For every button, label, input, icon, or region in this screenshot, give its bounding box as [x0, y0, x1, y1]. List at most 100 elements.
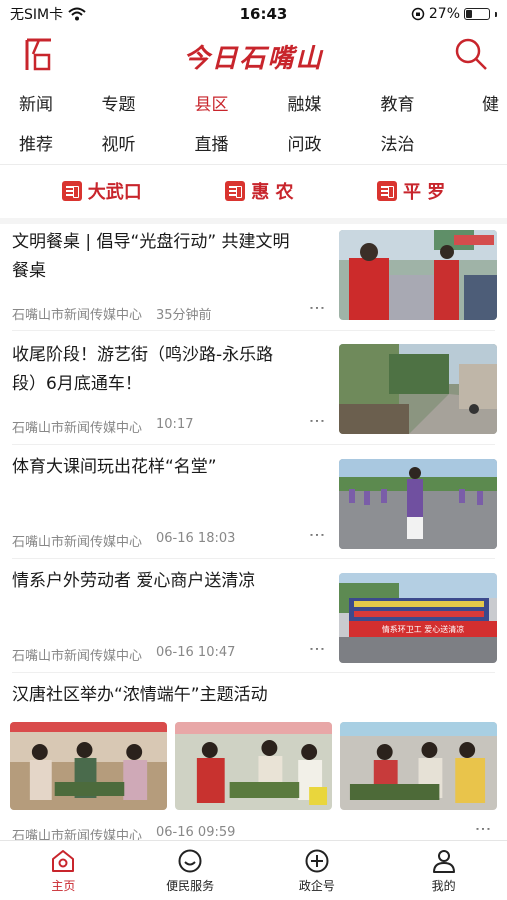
status-right: 27% [357, 6, 497, 22]
more-options-icon[interactable]: ⋮ [308, 527, 327, 541]
news-source: 石嘴山市新闻传媒中心 [12, 535, 143, 550]
status-left: 无SIM卡 [10, 4, 190, 24]
home-icon [52, 850, 75, 872]
news-thumbnail [339, 459, 497, 549]
channel-tab[interactable]: 法治 [351, 130, 444, 155]
orientation-lock-icon [411, 7, 425, 21]
news-time: 10:17 [156, 417, 194, 432]
tab-gov-enterprise[interactable]: 政企号 [254, 841, 381, 900]
news-meta: 石嘴山市新闻传媒中心 06-16 18:03 [12, 531, 235, 550]
news-title: 文明餐桌 | 倡导“光盘行动” 共建文明 餐桌 [12, 228, 327, 286]
tab-label: 我的 [431, 879, 456, 893]
news-time: 06-16 18:03 [156, 531, 236, 546]
battery-tip [495, 11, 497, 17]
app-header: 今日石嘴山 [0, 28, 507, 80]
news-time: 35分钟前 [156, 308, 212, 323]
news-meta: 石嘴山市新闻传媒中心 06-16 09:59 [12, 825, 235, 840]
news-title-line: 汉唐社区举办“浓情端午”主题活动 [12, 685, 268, 705]
news-thumbnail [175, 722, 332, 810]
tab-services[interactable]: 便民服务 [127, 841, 254, 900]
carrier-label: 无SIM卡 [10, 7, 64, 23]
channel-row-1: 新闻 专题 县区 融媒 教育 健 [0, 82, 507, 122]
banner-text: 情系环卫工 爱心送清凉 [382, 624, 465, 634]
news-thumbnail [10, 722, 167, 810]
news-title-line: 段）6月底通车！ [12, 374, 142, 394]
app-title: 今日石嘴山 [183, 44, 324, 74]
news-source: 石嘴山市新闻传媒中心 [12, 308, 143, 323]
status-time: 16:43 [239, 5, 288, 23]
district-label: 大武口 [87, 182, 142, 203]
channel-tab[interactable]: 健 [444, 90, 507, 115]
news-source: 石嘴山市新闻传媒中心 [12, 649, 143, 664]
tab-label: 主页 [51, 879, 76, 893]
news-item[interactable]: 收尾阶段！游艺街（鸣沙路-永乐路 段）6月底通车！ 石嘴山市新闻传媒中心 10:… [0, 333, 507, 446]
status-bar: 无SIM卡 16:43 27% [0, 0, 507, 28]
news-time: 06-16 10:47 [156, 645, 236, 660]
tab-home[interactable]: 主页 [0, 841, 127, 900]
news-item[interactable]: 汉唐社区举办“浓情端午”主题活动 石嘴山市新闻传媒中心 06-16 09:59 … [0, 675, 507, 840]
channel-tab[interactable]: 融媒 [258, 90, 351, 115]
news-item[interactable]: 情系户外劳动者 爱心商户送清凉 石嘴山市新闻传媒中心 06-16 10:47 ⋮… [0, 561, 507, 674]
service-icon [178, 849, 202, 873]
more-options-icon[interactable]: ⋮ [308, 300, 327, 314]
news-title-line: 体育大课间玩出花样“名堂” [12, 457, 217, 477]
news-meta: 石嘴山市新闻传媒中心 35分钟前 [12, 304, 212, 323]
tab-mine[interactable]: 我的 [380, 841, 507, 900]
channel-tab[interactable]: 教育 [351, 90, 444, 115]
news-item[interactable]: 文明餐桌 | 倡导“光盘行动” 共建文明 餐桌 石嘴山市新闻传媒中心 35分钟前… [0, 220, 507, 332]
news-title-line: 收尾阶段！游艺街（鸣沙路-永乐路 [12, 345, 274, 365]
news-thumbnail [339, 230, 497, 320]
news-thumbnail: 情系环卫工 爱心送清凉 [339, 573, 497, 663]
district-link[interactable]: 大武口 [61, 178, 142, 204]
channel-tab[interactable]: 问政 [258, 130, 351, 155]
channel-tab[interactable]: 专题 [72, 90, 165, 115]
news-title: 情系户外劳动者 爱心商户送清凉 [12, 567, 327, 596]
district-label: 惠 农 [251, 182, 294, 203]
battery-percent: 27% [428, 6, 460, 22]
news-thumbnail [340, 722, 497, 810]
thumbnail-group [10, 722, 497, 810]
channel-grid: 新闻 专题 县区 融媒 教育 健 推荐 视听 直播 问政 法治 [0, 82, 507, 162]
news-title-line: 餐桌 [12, 261, 46, 281]
news-icon [376, 181, 397, 201]
news-source: 石嘴山市新闻传媒中心 [12, 421, 143, 436]
item-divider [12, 672, 495, 673]
more-options-icon[interactable]: ⋮ [474, 821, 493, 835]
battery-icon [464, 8, 490, 20]
news-thumbnail [339, 344, 497, 434]
channel-tab[interactable]: 视听 [72, 130, 165, 155]
news-icon [225, 181, 246, 201]
more-options-icon[interactable]: ⋮ [308, 641, 327, 655]
more-options-icon[interactable]: ⋮ [308, 413, 327, 427]
item-divider [12, 444, 495, 445]
bottom-tab-bar: 主页 便民服务 政企号 我的 [0, 840, 507, 900]
item-divider [12, 558, 495, 559]
news-icon [61, 181, 82, 201]
search-icon[interactable] [453, 36, 489, 72]
news-title: 体育大课间玩出花样“名堂” [12, 453, 327, 482]
channel-row-2: 推荐 视听 直播 问政 法治 [0, 122, 507, 162]
district-bar: 大武口 惠 农 平 罗 [0, 165, 507, 217]
news-title-line: 情系户外劳动者 爱心商户送清凉 [12, 571, 256, 591]
news-title-line: 文明餐桌 | 倡导“光盘行动” 共建文明 [12, 232, 290, 252]
channel-tab-active[interactable]: 县区 [165, 90, 258, 115]
plus-circle-icon [305, 849, 329, 873]
channel-tab[interactable]: 新闻 [0, 90, 72, 115]
channel-tab[interactable]: 直播 [165, 130, 258, 155]
news-meta: 石嘴山市新闻传媒中心 06-16 10:47 [12, 645, 235, 664]
channel-tab[interactable]: 推荐 [0, 130, 72, 155]
news-meta: 石嘴山市新闻传媒中心 10:17 [12, 417, 193, 436]
news-item[interactable]: 体育大课间玩出花样“名堂” 石嘴山市新闻传媒中心 06-16 18:03 ⋮ [0, 447, 507, 560]
wifi-icon [68, 7, 86, 21]
news-source: 石嘴山市新闻传媒中心 [12, 829, 143, 840]
news-title: 收尾阶段！游艺街（鸣沙路-永乐路 段）6月底通车！ [12, 341, 327, 399]
news-time: 06-16 09:59 [156, 825, 236, 840]
news-title: 汉唐社区举办“浓情端午”主题活动 [12, 681, 492, 710]
tab-label: 政企号 [298, 879, 335, 893]
battery-fill [466, 10, 472, 18]
news-feed: 文明餐桌 | 倡导“光盘行动” 共建文明 餐桌 石嘴山市新闻传媒中心 35分钟前… [0, 220, 507, 840]
tab-label: 便民服务 [166, 879, 215, 893]
district-link[interactable]: 惠 农 [225, 178, 293, 204]
district-link[interactable]: 平 罗 [376, 178, 445, 204]
item-divider [12, 330, 495, 331]
